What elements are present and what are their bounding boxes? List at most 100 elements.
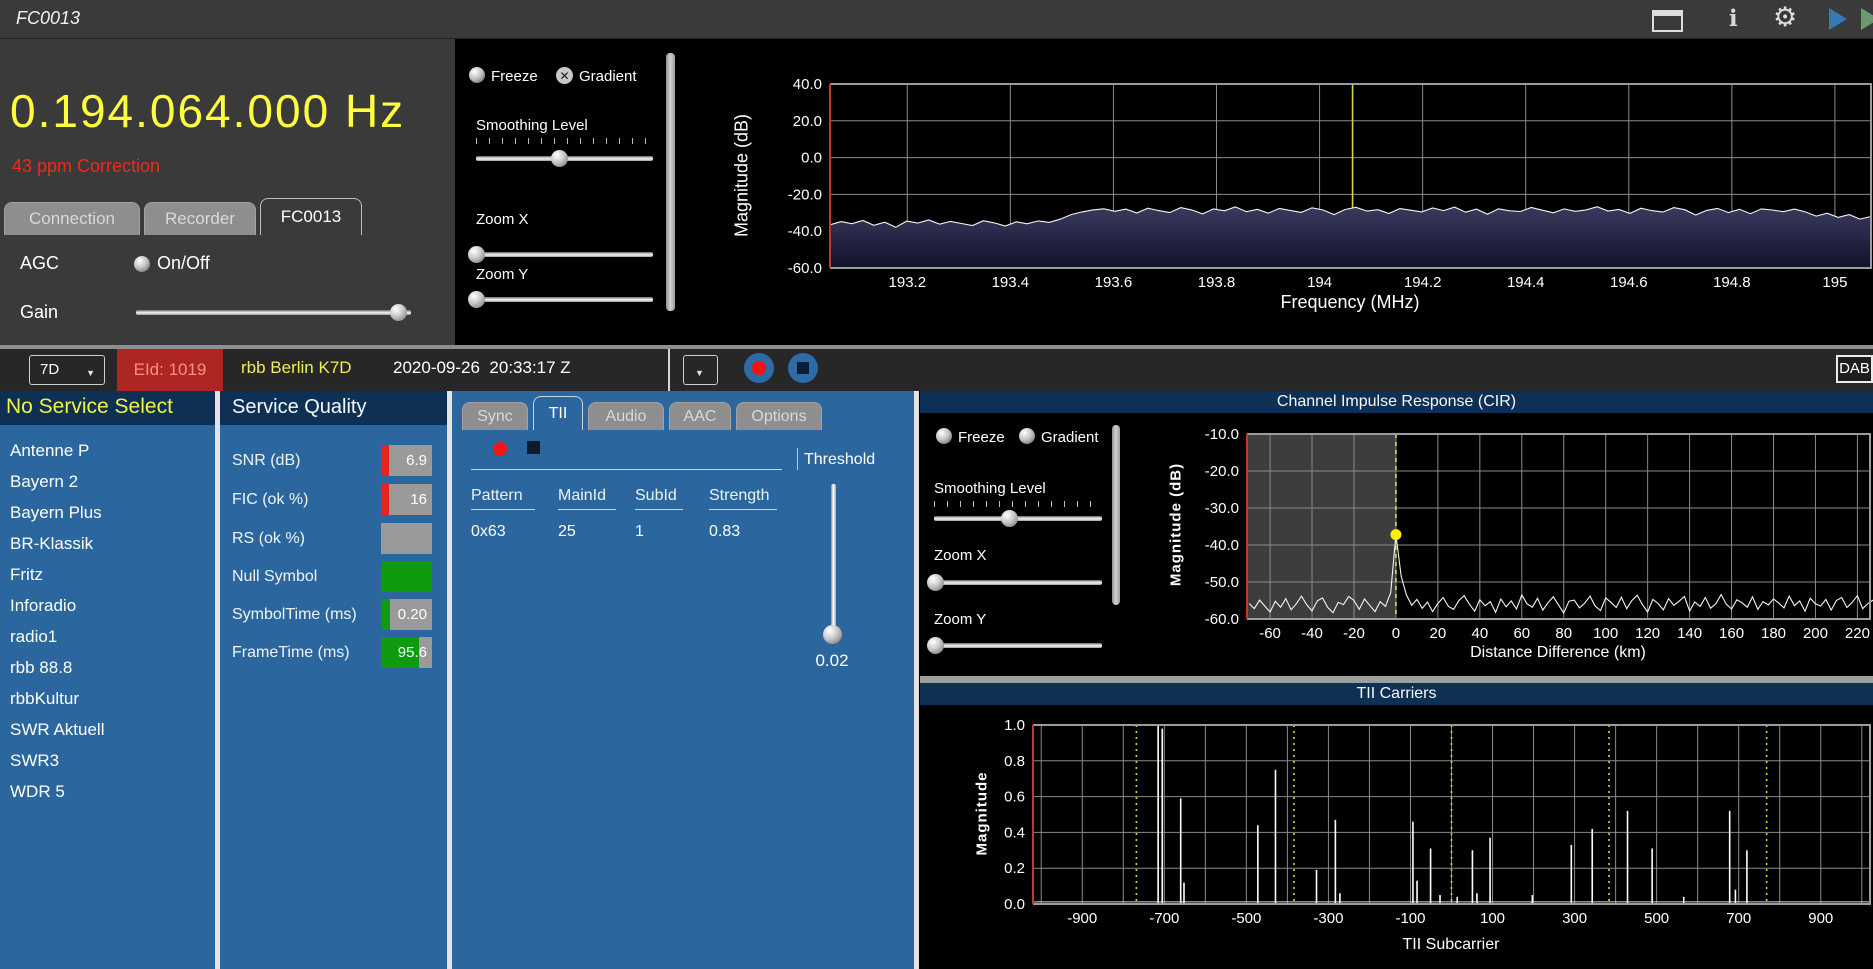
quality-metric-bar-fill [381, 484, 389, 515]
record-indicator-icon[interactable] [493, 442, 507, 456]
station-item[interactable]: rbbKultur [0, 683, 215, 714]
table-header-subid: SubId [635, 487, 683, 510]
station-item[interactable]: BR-Klassik [0, 528, 215, 559]
stop-button[interactable] [788, 353, 818, 383]
section-splitter-handle[interactable] [920, 676, 1873, 683]
station-item[interactable]: Bayern Plus [0, 497, 215, 528]
smoothing-slider-knob[interactable] [551, 150, 568, 167]
tab-audio[interactable]: Audio [588, 402, 664, 430]
zoom-y-slider[interactable] [476, 297, 653, 302]
table-cell-pattern: 0x63 [471, 523, 506, 541]
gradient-checkbox-checked[interactable] [556, 67, 573, 84]
window-icon-titlebar [1654, 12, 1681, 17]
station-item[interactable]: radio1 [0, 621, 215, 652]
x-tick-label: 194 [1307, 274, 1332, 291]
tab-aac[interactable]: AAC [669, 402, 731, 430]
quality-metric-bar: 0.20 [381, 599, 432, 630]
station-list-header-band: No Service Select [0, 391, 215, 425]
ppm-correction: 43 ppm Correction [12, 156, 160, 177]
record-options-dropdown[interactable] [683, 355, 718, 385]
cir-y-axis-label: Magnitude (dB) [1168, 435, 1185, 615]
station-item[interactable]: Fritz [0, 559, 215, 590]
tab-sync[interactable]: Sync [462, 402, 528, 430]
tab-options[interactable]: Options [736, 402, 822, 430]
service-quality-rows: SNR (dB)6.9FIC (ok %)16RS (ok %)Null Sym… [220, 391, 447, 969]
threshold-divider [797, 448, 798, 470]
x-tick-label: -700 [1149, 910, 1179, 927]
x-tick-label: -40 [1301, 625, 1323, 642]
zoom-x-slider[interactable] [476, 252, 653, 257]
x-tick-label: 194.6 [1610, 274, 1648, 291]
agc-label: AGC [20, 253, 59, 274]
quality-metric-bar: 95.6 [381, 637, 432, 668]
cir-x-axis-label: Distance Difference (km) [1458, 644, 1658, 662]
y-tick-label: 0.8 [1004, 753, 1025, 770]
quality-metric-bar-fill [381, 561, 432, 592]
ensemble-bar: 7D EId: 1019 rbb Berlin K7D 2020-09-26 2… [0, 345, 1873, 391]
station-list: Antenne PBayern 2Bayern PlusBR-KlassikFr… [0, 425, 215, 969]
agc-radio[interactable] [134, 256, 150, 272]
tii-y-axis-label: Magnitude [974, 734, 991, 894]
x-tick-label: 100 [1593, 625, 1618, 642]
title-bar: FC0013 [0, 0, 1873, 39]
window-icon[interactable] [1652, 10, 1683, 32]
stop-indicator-icon[interactable] [527, 441, 540, 454]
y-tick-label: -20.0 [788, 186, 822, 203]
cir-chart[interactable]: -10.0-20.0-30.0-40.0-50.0-60.0-60-40-200… [920, 413, 1873, 676]
quality-metric-bar [381, 561, 432, 592]
zoom-y-slider-knob[interactable] [468, 291, 485, 308]
smoothing-level-label: Smoothing Level [476, 117, 588, 134]
agc-toggle-label: On/Off [157, 253, 210, 274]
separator-line [471, 469, 782, 470]
play-icon-green[interactable] [1861, 8, 1873, 30]
station-item[interactable]: Antenne P [0, 435, 215, 466]
channel-dropdown[interactable]: 7D [29, 355, 105, 385]
quality-metric-bar-fill [381, 445, 389, 476]
freeze-radio[interactable] [469, 67, 485, 83]
x-tick-label: 80 [1555, 625, 1572, 642]
record-button[interactable] [744, 353, 774, 383]
gain-label: Gain [20, 302, 58, 323]
station-item[interactable]: Inforadio [0, 590, 215, 621]
tab-tii[interactable]: TII [533, 396, 583, 430]
x-tick-label: 20 [1430, 625, 1447, 642]
x-tick-label: -100 [1395, 910, 1425, 927]
station-item[interactable]: Bayern 2 [0, 466, 215, 497]
quality-metric-label: SymbolTime (ms) [232, 599, 357, 630]
chevron-down-icon [695, 363, 704, 380]
station-item[interactable]: SWR3 [0, 745, 215, 776]
threshold-slider-knob[interactable] [823, 625, 842, 644]
play-icon-blue[interactable] [1829, 8, 1847, 30]
x-tick-label: 194.2 [1404, 274, 1442, 291]
tii-x-axis-label: TII Subcarrier [1351, 936, 1551, 954]
info-icon[interactable] [1729, 5, 1738, 32]
table-header-pattern: Pattern [471, 487, 535, 510]
station-item[interactable]: WDR 5 [0, 776, 215, 807]
tab-connection[interactable]: Connection [4, 202, 140, 235]
x-tick-label: 120 [1635, 625, 1660, 642]
station-item[interactable]: SWR Aktuell [0, 714, 215, 745]
quality-metric-label: SNR (dB) [232, 445, 300, 476]
quality-metric-bar-fill [381, 599, 390, 630]
trace-fill [830, 207, 1871, 268]
x-tick-label: 900 [1808, 910, 1833, 927]
tab-fc0013[interactable]: FC0013 [260, 198, 362, 235]
tab-recorder[interactable]: Recorder [144, 202, 256, 235]
tii-carriers-chart[interactable]: 1.00.80.60.40.20.0-900-700-500-300-10010… [920, 705, 1873, 969]
threshold-slider[interactable] [831, 484, 836, 634]
gain-slider[interactable] [136, 310, 411, 315]
y-tick-label: 0.0 [801, 150, 822, 167]
station-item[interactable]: rbb 88.8 [0, 652, 215, 683]
x-tick-label: -20 [1343, 625, 1365, 642]
y-tick-label: -60.0 [1205, 611, 1239, 628]
zoom-x-slider-knob[interactable] [468, 246, 485, 263]
x-tick-label: 700 [1726, 910, 1751, 927]
record-dot-icon [752, 361, 766, 375]
frontend-chart-controls: Freeze Gradient Smoothing Level Zoom X Z… [455, 39, 680, 345]
gain-slider-knob[interactable] [390, 304, 407, 321]
settings-gear-icon[interactable] [1773, 2, 1797, 33]
frontend-controls-scrollbar[interactable] [666, 53, 675, 311]
y-tick-label: 40.0 [793, 76, 822, 93]
detail-tab-bar: SyncTIIAudioAACOptions [462, 396, 822, 430]
quality-metric-value: 16 [410, 484, 427, 515]
